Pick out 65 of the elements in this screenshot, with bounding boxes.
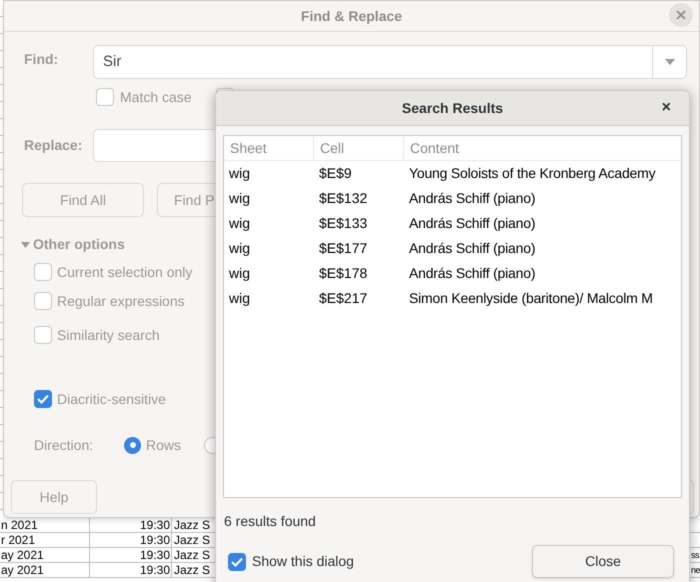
expander-icon[interactable]: [21, 242, 30, 248]
sheet-cell: 19:30: [90, 533, 172, 547]
radio-label: Rows: [146, 436, 182, 454]
checkbox-label: Show this dialog: [252, 552, 354, 571]
checkmark-icon: [37, 394, 49, 404]
table-cell-text: András Schiff (piano): [408, 264, 536, 283]
table-cell-text: wig: [228, 239, 252, 258]
find-label: Find:: [23, 50, 60, 69]
radio-button[interactable]: [124, 436, 141, 454]
sheet-cell-text: Jazz S: [173, 563, 212, 577]
table-cell-text: András Schiff (piano): [408, 214, 536, 233]
sheet-cell: ss: [691, 549, 699, 561]
checkbox-label: Match case: [120, 88, 193, 106]
help-button[interactable]: Help: [11, 480, 97, 514]
sheet-cell: ay 2021: [0, 563, 90, 577]
table-cell-text: Simon Keenlyside (baritone)/ Malcolm M: [408, 289, 654, 308]
direction-label: Direction:: [34, 436, 94, 454]
table-cell-text: András Schiff (piano): [408, 189, 536, 208]
close-button[interactable]: [669, 3, 693, 27]
table-cell-text: wig: [228, 264, 252, 283]
table-cell-text: $E$133: [318, 214, 368, 233]
results-count: 6 results found: [224, 512, 316, 531]
sheet-cell: 19:30: [90, 548, 172, 562]
sheet-cell: ay 2021: [0, 548, 90, 562]
checkbox-label: Current selection only: [57, 262, 192, 282]
checkbox-label: Diacritic-sensitive: [57, 390, 166, 408]
sheet-cell-text: Jazz S: [173, 518, 212, 532]
table-cell-text: $E$217: [318, 289, 368, 308]
checkbox-label: Similarity search: [57, 326, 160, 345]
find-button[interactable]: Find All: [22, 183, 144, 217]
checkmark-icon: [231, 556, 243, 566]
checkbox-label: Regular expressions: [57, 292, 185, 311]
checkbox[interactable]: [34, 263, 52, 281]
sheet-cell: r 2021: [0, 533, 90, 547]
window-title: Find & Replace: [300, 6, 402, 26]
checkbox[interactable]: [96, 88, 114, 106]
table-cell-text: $E$177: [318, 239, 368, 258]
checkbox[interactable]: [34, 326, 52, 344]
table-cell-text: Young Soloists of the Kronberg Academy: [408, 164, 656, 183]
close-button[interactable]: ×: [662, 99, 671, 117]
checkbox[interactable]: [228, 552, 246, 570]
table-cell-text: András Schiff (piano): [408, 239, 536, 258]
column-header[interactable]: Cell: [314, 136, 404, 160]
table-cell-text: wig: [228, 164, 252, 183]
find-field[interactable]: Sir: [93, 45, 687, 79]
close-dialog-button[interactable]: Close: [532, 545, 674, 578]
expander-label[interactable]: Other options: [33, 234, 125, 255]
checkbox[interactable]: [34, 292, 52, 310]
table-cell-text: $E$132: [318, 189, 368, 208]
column-header[interactable]: Content: [404, 136, 681, 160]
window-title: Search Results: [402, 98, 504, 118]
column-header[interactable]: Sheet: [224, 136, 314, 160]
table-cell-text: wig: [228, 214, 252, 233]
table-cell-text: $E$178: [318, 264, 368, 283]
close-icon: [676, 10, 686, 20]
checkbox[interactable]: [34, 390, 52, 408]
sheet-cell-text: Jazz S: [173, 548, 212, 562]
table-cell-text: wig: [228, 189, 252, 208]
sheet-cell: ne: [691, 564, 700, 576]
replace-label: Replace:: [23, 136, 84, 155]
table-cell-text: $E$9: [318, 164, 353, 183]
table-cell-text: wig: [228, 289, 252, 308]
sheet-cell: 19:30: [90, 563, 172, 577]
sheet-cell-text: Jazz S: [173, 533, 212, 547]
caret-icon: [664, 59, 674, 65]
